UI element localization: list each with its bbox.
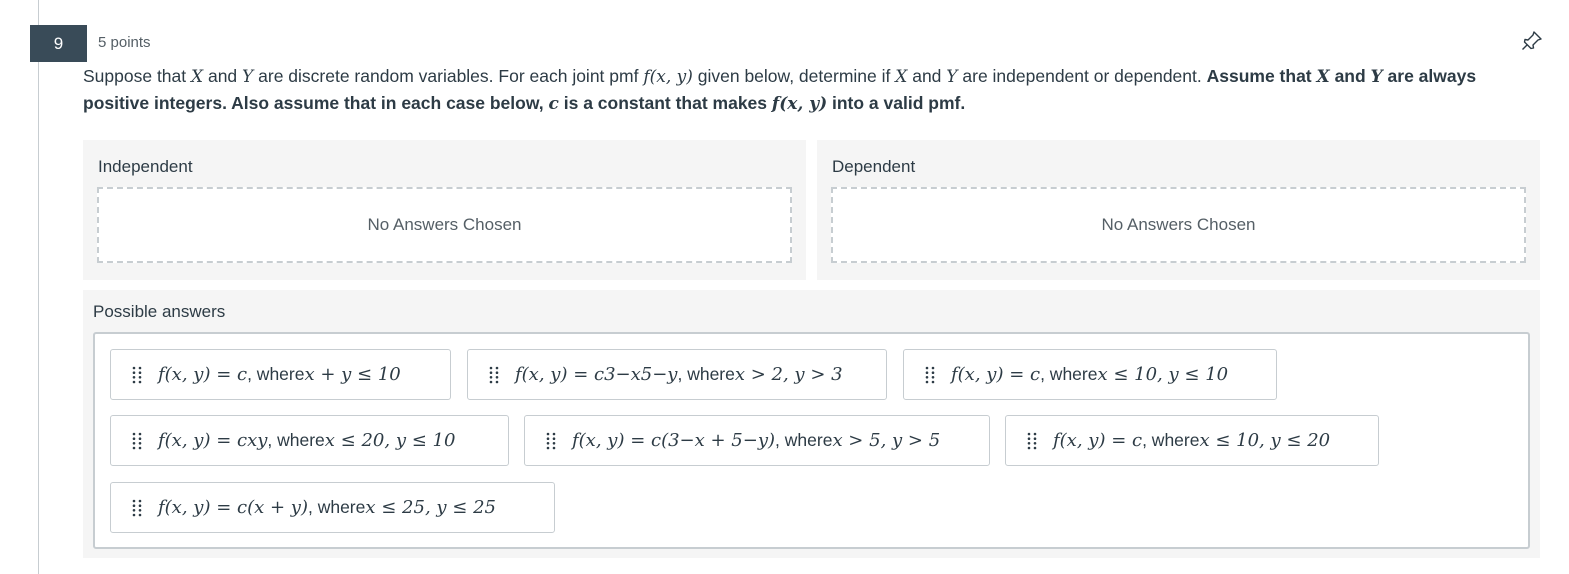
independent-dropzone[interactable]: No Answers Chosen: [97, 187, 792, 263]
answer-formula: f(x, y) = c: [951, 364, 1041, 385]
possible-answers-title: Possible answers: [93, 302, 226, 321]
answer-condition: x > 5, y > 5: [832, 430, 941, 451]
answer-formula: f(x, y) = c: [158, 364, 248, 385]
drag-handle-icon[interactable]: [131, 431, 143, 451]
independent-bucket: Independent No Answers Chosen: [83, 140, 806, 280]
possible-answers-panel: Possible answers f(x, y) = c, where x + …: [83, 290, 1540, 558]
answer-chip[interactable]: f(x, y) = c, where x ≤ 10, y ≤ 20: [1005, 415, 1379, 466]
answer-formula: f(x, y) = c(3−x + 5−y): [572, 430, 776, 451]
answer-chip[interactable]: f(x, y) = c3−x5−y, where x > 2, y > 3: [467, 349, 887, 400]
answer-chip[interactable]: f(x, y) = c, where x ≤ 10, y ≤ 10: [903, 349, 1277, 400]
answer-where: , where: [677, 364, 735, 384]
answer-chip[interactable]: f(x, y) = cxy, where x ≤ 20, y ≤ 10: [110, 415, 509, 466]
dependent-dropzone[interactable]: No Answers Chosen: [831, 187, 1526, 263]
answer-where: , where: [267, 430, 325, 450]
answer-condition: x ≤ 10, y ≤ 20: [1199, 430, 1331, 451]
drag-handle-icon[interactable]: [1026, 431, 1038, 451]
drag-handle-icon[interactable]: [488, 365, 500, 385]
bucket-title-independent: Independent: [98, 157, 193, 176]
question-number: 9: [53, 33, 64, 53]
drag-handle-icon[interactable]: [545, 431, 557, 451]
answer-condition: x ≤ 10, y ≤ 10: [1097, 364, 1229, 385]
dropzone-placeholder: No Answers Chosen: [367, 215, 522, 234]
answer-condition: x > 2, y > 3: [734, 364, 843, 385]
pin-icon[interactable]: [1520, 30, 1544, 52]
answer-condition: x + y ≤ 10: [304, 364, 401, 385]
drag-handle-icon[interactable]: [131, 365, 143, 385]
dropzone-placeholder: No Answers Chosen: [1101, 215, 1256, 234]
question-points: 5 points: [98, 34, 151, 51]
answer-chip[interactable]: f(x, y) = c, where x + y ≤ 10: [110, 349, 451, 400]
answer-formula: f(x, y) = c3−x5−y: [515, 364, 678, 385]
question-left-rule: [38, 0, 39, 574]
answer-formula: f(x, y) = cxy: [158, 430, 268, 451]
question-text: Suppose that X and Y are discrete random…: [83, 66, 1477, 114]
answer-chip[interactable]: f(x, y) = c(x + y), where x ≤ 25, y ≤ 25: [110, 482, 555, 533]
possible-answers-list: f(x, y) = c, where x + y ≤ 10 f(x, y) = …: [93, 332, 1530, 549]
answer-condition: x ≤ 25, y ≤ 25: [365, 497, 496, 518]
answer-chip[interactable]: f(x, y) = c(3−x + 5−y), where x > 5, y >…: [524, 415, 990, 466]
answer-condition: x ≤ 20, y ≤ 10: [324, 430, 456, 451]
question-number-badge: 9: [30, 25, 87, 62]
answer-where: , where: [775, 430, 833, 450]
answer-where: , where: [247, 364, 305, 384]
answer-where: , where: [1142, 430, 1200, 450]
drag-handle-icon[interactable]: [131, 498, 143, 518]
drag-handle-icon[interactable]: [924, 365, 936, 385]
answer-formula: f(x, y) = c(x + y): [158, 497, 308, 518]
answer-where: , where: [307, 497, 366, 517]
bucket-title-dependent: Dependent: [832, 157, 916, 176]
dependent-bucket: Dependent No Answers Chosen: [817, 140, 1540, 280]
answer-formula: f(x, y) = c: [1053, 430, 1143, 451]
answer-where: , where: [1040, 364, 1098, 384]
